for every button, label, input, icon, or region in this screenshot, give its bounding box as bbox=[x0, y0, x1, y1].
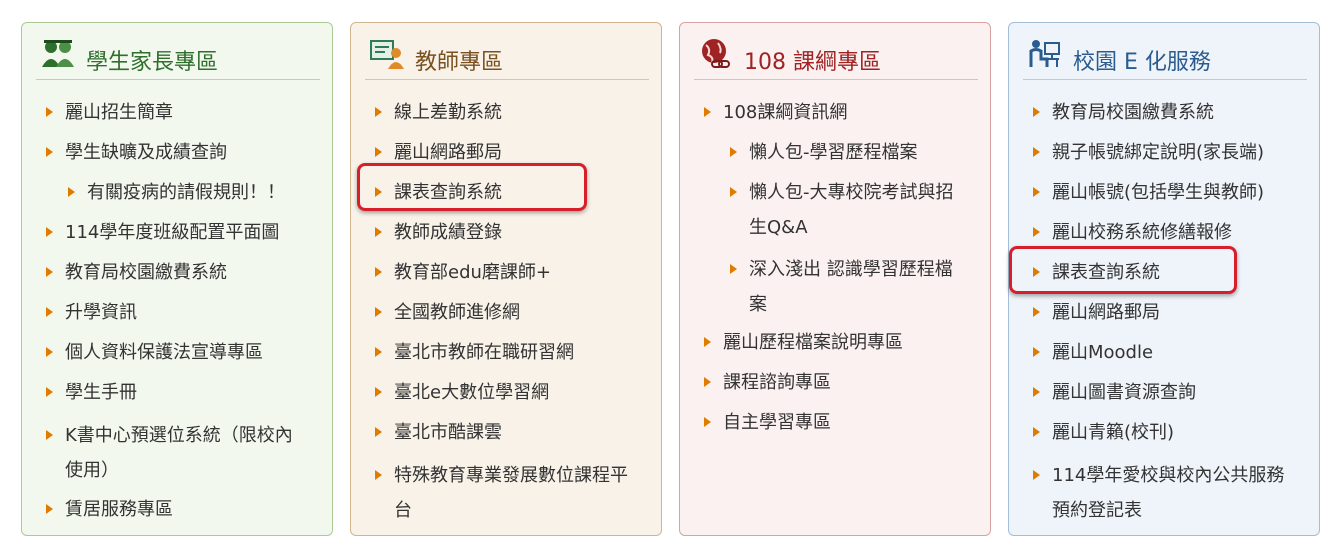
arrow-right-icon bbox=[375, 267, 382, 277]
arrow-right-icon bbox=[1033, 267, 1040, 277]
link-item[interactable]: 自主學習專區 bbox=[704, 405, 966, 440]
arrow-right-icon bbox=[704, 107, 711, 117]
panel-teachers: 教師專區 線上差勤系統 麗山網路郵局 課表查詢系統 教師成績登錄 教育部edu磨… bbox=[350, 22, 662, 536]
arrow-right-icon bbox=[1033, 187, 1040, 197]
link-item[interactable]: 麗山圖書資源查詢 bbox=[1033, 375, 1295, 410]
panel-header: 學生家長專區 bbox=[36, 35, 320, 80]
link-item[interactable]: 賃居服務專區 bbox=[46, 492, 308, 527]
arrow-right-icon bbox=[375, 147, 382, 157]
arrow-right-icon bbox=[375, 347, 382, 357]
arrow-right-icon bbox=[1033, 387, 1040, 397]
panel-title: 校園 E 化服務 bbox=[1073, 50, 1211, 75]
link-item[interactable]: 麗山青籟(校刊) bbox=[1033, 415, 1295, 450]
panel-students-parents: 學生家長專區 麗山招生簡章 學生缺曠及成績查詢 有關疫病的請假規則！！ 114學… bbox=[21, 22, 333, 536]
teacher-icon bbox=[370, 40, 404, 69]
arrow-right-icon bbox=[375, 387, 382, 397]
students-parents-icon bbox=[42, 40, 74, 67]
arrow-right-icon bbox=[375, 107, 382, 117]
link-item[interactable]: 麗山招生簡章 bbox=[46, 95, 308, 130]
link-item[interactable]: 深入淺出 認識學習歷程檔案 bbox=[730, 252, 970, 322]
link-item[interactable]: 麗山Moodle bbox=[1033, 335, 1295, 370]
link-item[interactable]: 麗山校務系統修繕報修 bbox=[1033, 215, 1295, 250]
panel-header: 108 課綱專區 bbox=[694, 35, 978, 80]
arrow-right-icon bbox=[730, 187, 737, 197]
link-item[interactable]: 108課綱資訊網 bbox=[704, 95, 966, 130]
arrow-right-icon bbox=[1033, 147, 1040, 157]
link-item[interactable]: 臺北市教師在職研習網 bbox=[375, 335, 637, 370]
arrow-right-icon bbox=[1033, 347, 1040, 357]
link-item[interactable]: 有關疫病的請假規則！！ bbox=[68, 175, 330, 210]
link-item[interactable]: 升學資訊 bbox=[46, 295, 308, 330]
arrow-right-icon bbox=[375, 427, 382, 437]
link-item[interactable]: 麗山歷程檔案說明專區 bbox=[704, 325, 966, 360]
arrow-right-icon bbox=[375, 227, 382, 237]
panel-title: 108 課綱專區 bbox=[744, 50, 881, 75]
link-item[interactable]: 懶人包-大專校院考試與招生Q&A bbox=[730, 175, 970, 245]
arrow-right-icon bbox=[1033, 227, 1040, 237]
computer-user-icon bbox=[1029, 40, 1060, 67]
link-item[interactable]: 親子帳號綁定說明(家長端) bbox=[1033, 135, 1295, 170]
arrow-right-icon bbox=[46, 307, 53, 317]
link-item[interactable]: 教育局校園繳費系統 bbox=[46, 255, 308, 290]
link-item-timetable[interactable]: 課表查詢系統 bbox=[375, 175, 637, 210]
arrow-right-icon bbox=[46, 347, 53, 357]
arrow-right-icon bbox=[46, 227, 53, 237]
arrow-right-icon bbox=[730, 264, 737, 274]
arrow-right-icon bbox=[46, 387, 53, 397]
link-item[interactable]: K書中心預選位系統（限校內使用） bbox=[46, 418, 308, 488]
link-item[interactable]: 個人資料保護法宣導專區 bbox=[46, 335, 308, 370]
arrow-right-icon bbox=[1033, 307, 1040, 317]
link-item[interactable]: 特殊教育專業發展數位課程平台 bbox=[375, 458, 637, 528]
link-item-timetable[interactable]: 課表查詢系統 bbox=[1033, 255, 1295, 290]
arrow-right-icon bbox=[375, 187, 382, 197]
panel-title: 教師專區 bbox=[415, 50, 504, 75]
arrow-right-icon bbox=[375, 307, 382, 317]
arrow-right-icon bbox=[704, 417, 711, 427]
arrow-right-icon bbox=[1033, 107, 1040, 117]
link-item[interactable]: 麗山網路郵局 bbox=[1033, 295, 1295, 330]
globe-link-icon bbox=[702, 39, 730, 68]
arrow-right-icon bbox=[68, 187, 75, 197]
link-item[interactable]: 教育部edu磨課師+ bbox=[375, 255, 637, 290]
arrow-right-icon bbox=[46, 430, 53, 440]
link-item[interactable]: 學生手冊 bbox=[46, 375, 308, 410]
link-item[interactable]: 114學年愛校與校內公共服務預約登記表 bbox=[1033, 458, 1295, 528]
link-item[interactable]: 臺北e大數位學習網 bbox=[375, 375, 637, 410]
link-item[interactable]: 全國教師進修網 bbox=[375, 295, 637, 330]
link-item[interactable]: 課程諮詢專區 bbox=[704, 365, 966, 400]
link-item[interactable]: 教育局校園繳費系統 bbox=[1033, 95, 1295, 130]
panel-campus-e-services: 校園 E 化服務 教育局校園繳費系統 親子帳號綁定說明(家長端) 麗山帳號(包括… bbox=[1008, 22, 1320, 536]
link-item[interactable]: 麗山帳號(包括學生與教師) bbox=[1033, 175, 1295, 210]
panel-header: 校園 E 化服務 bbox=[1023, 35, 1307, 80]
link-item[interactable]: 學生缺曠及成績查詢 bbox=[46, 135, 308, 170]
arrow-right-icon bbox=[704, 377, 711, 387]
arrow-right-icon bbox=[1033, 470, 1040, 480]
arrow-right-icon bbox=[375, 470, 382, 480]
link-item[interactable]: 懶人包-學習歷程檔案 bbox=[730, 135, 970, 170]
link-item[interactable]: 麗山網路郵局 bbox=[375, 135, 637, 170]
panel-title: 學生家長專區 bbox=[86, 50, 219, 75]
arrow-right-icon bbox=[704, 337, 711, 347]
arrow-right-icon bbox=[46, 504, 53, 514]
arrow-right-icon bbox=[46, 147, 53, 157]
panel-108-curriculum: 108 課綱專區 108課綱資訊網 懶人包-學習歷程檔案 懶人包-大專校院考試與… bbox=[679, 22, 991, 536]
link-item[interactable]: 教師成績登錄 bbox=[375, 215, 637, 250]
panel-header: 教師專區 bbox=[365, 35, 649, 80]
link-item[interactable]: 線上差勤系統 bbox=[375, 95, 637, 130]
link-item[interactable]: 臺北市酷課雲 bbox=[375, 415, 637, 450]
arrow-right-icon bbox=[46, 267, 53, 277]
arrow-right-icon bbox=[46, 107, 53, 117]
link-item[interactable]: 114學年度班級配置平面圖 bbox=[46, 215, 308, 250]
arrow-right-icon bbox=[730, 147, 737, 157]
arrow-right-icon bbox=[1033, 427, 1040, 437]
